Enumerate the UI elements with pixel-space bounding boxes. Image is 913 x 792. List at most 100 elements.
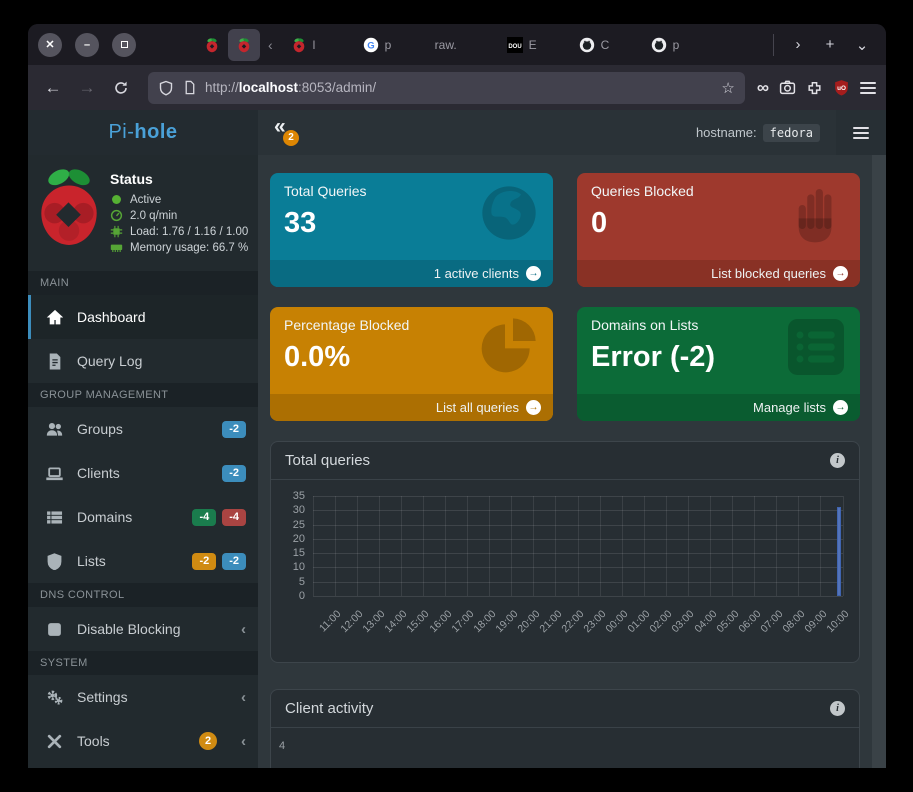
sidebar-item-clients[interactable]: Clients -2 xyxy=(28,451,258,495)
status-title: Status xyxy=(110,171,248,187)
tab-actions: › + ⌄ xyxy=(767,31,876,59)
total-queries-panel-header: Total queries i xyxy=(271,442,859,480)
status-text: Active xyxy=(130,194,161,206)
status-text: 2.0 q/min xyxy=(130,210,177,222)
ublock-origin-icon[interactable]: uO xyxy=(833,79,850,96)
sidebar-item-settings[interactable]: Settings‹ xyxy=(28,675,258,719)
card-footer-link[interactable]: Manage lists→ xyxy=(577,394,860,421)
sidebar-item-groups[interactable]: Groups-2 xyxy=(28,407,258,451)
hostname: hostname: fedora xyxy=(696,124,820,142)
arrow-right-icon: → xyxy=(833,400,848,415)
client-activity-chart[interactable]: 4 xyxy=(271,728,859,768)
browser-menu-icon[interactable] xyxy=(860,82,876,94)
card-body: Total Queries33 xyxy=(270,173,553,260)
card-title: Queries Blocked xyxy=(591,183,846,199)
arrow-right-icon: → xyxy=(526,400,541,415)
back-button[interactable]: ← xyxy=(38,73,68,103)
url-path: :8053/admin/ xyxy=(298,80,376,95)
tracking-shield-icon[interactable] xyxy=(158,80,174,96)
page-scrollbar[interactable] xyxy=(872,155,886,768)
hostname-value: fedora xyxy=(763,124,820,142)
sidebar-item-label: Dashboard xyxy=(77,309,146,325)
status-text: Load: 1.76 / 1.16 / 1.00 xyxy=(130,226,248,238)
sidebar-item-tools[interactable]: Tools2‹ xyxy=(28,719,258,763)
browser-tab[interactable]: p xyxy=(641,29,713,61)
sidebar-item-label: Clients xyxy=(77,465,120,481)
screenshot-camera-icon[interactable] xyxy=(779,79,796,96)
y-axis-tick: 20 xyxy=(279,533,305,545)
reload-icon xyxy=(113,80,129,96)
status-item: Load: 1.76 / 1.16 / 1.00 xyxy=(110,225,248,238)
browser-tab[interactable] xyxy=(196,29,228,61)
info-icon[interactable]: i xyxy=(830,701,845,716)
containers-icon[interactable]: ∞ xyxy=(757,78,769,98)
scroll-tabs-back-button[interactable]: ‹ xyxy=(260,37,281,53)
browser-tab[interactable]: C xyxy=(569,29,641,61)
url-text[interactable]: http://localhost:8053/admin/ xyxy=(205,80,713,95)
sidebar-item-lists[interactable]: Lists-2-2 xyxy=(28,539,258,583)
x-axis-labels: 11:0012:0013:0014:0015:0016:0017:0018:00… xyxy=(313,602,843,658)
bookmark-star-icon[interactable]: ☆ xyxy=(721,79,734,97)
sidebar-section-header: SYSTEM xyxy=(28,651,258,675)
count-badge: -2 xyxy=(192,553,216,570)
url-bar[interactable]: http://localhost:8053/admin/ ☆ xyxy=(148,72,745,104)
summary-card-percentage-blocked: Percentage Blocked0.0%List all queries→ xyxy=(270,307,553,421)
topbar-menu-button[interactable] xyxy=(836,110,886,155)
card-value: Error (-2) xyxy=(591,341,846,374)
firefox-window: ✕– ‹lGpraw.DOUECp › + ⌄ ← → xyxy=(28,24,886,768)
x-axis-tick: 10:00 xyxy=(843,608,869,620)
maximize-button[interactable] xyxy=(112,33,136,57)
status-text: Memory usage: 66.7 % xyxy=(130,242,248,254)
client-activity-partial-tick: 4 xyxy=(279,740,285,752)
window-controls: ✕– xyxy=(38,33,136,57)
laptop-icon xyxy=(46,465,63,482)
card-footer-link[interactable]: 1 active clients→ xyxy=(270,260,553,287)
client-activity-panel: Client activity i 4 xyxy=(270,689,860,768)
card-footer-link[interactable]: List blocked queries→ xyxy=(577,260,860,287)
count-badge: -4 xyxy=(192,509,216,526)
total-queries-chart[interactable]: 0510152025303511:0012:0013:0014:0015:001… xyxy=(279,494,847,662)
forward-button[interactable]: → xyxy=(72,73,102,103)
topbar-menu-icon xyxy=(853,127,869,139)
card-title: Domains on Lists xyxy=(591,317,846,333)
page-info-icon[interactable] xyxy=(182,80,197,95)
browser-tab[interactable]: raw. xyxy=(425,29,497,61)
card-footer-link[interactable]: List all queries→ xyxy=(270,394,553,421)
sidebar-item-disable-blocking[interactable]: Disable Blocking‹ xyxy=(28,607,258,651)
sidebar-nav: MAINDashboardQuery LogGROUP MANAGEMENTGr… xyxy=(28,271,258,763)
browser-tab[interactable]: l xyxy=(281,29,353,61)
tab-overflow-button[interactable]: › xyxy=(784,31,812,59)
list-tabs-button[interactable]: ⌄ xyxy=(848,31,876,59)
browser-tab[interactable] xyxy=(228,29,260,61)
count-badge: -2 xyxy=(222,465,246,482)
maximize-icon xyxy=(121,41,128,48)
extensions-puzzle-icon[interactable] xyxy=(806,79,823,96)
sidebar-item-query-log[interactable]: Query Log xyxy=(28,339,258,383)
svg-text:DOU: DOU xyxy=(508,43,521,49)
sidebar-badges: -2-2 xyxy=(192,553,246,570)
sidebar-collapse-button[interactable]: « 2 xyxy=(274,117,300,143)
minimize-button[interactable]: – xyxy=(75,33,99,57)
reload-button[interactable] xyxy=(106,73,136,103)
card-body: Domains on Lists Error (-2) xyxy=(577,307,860,394)
sidebar-item-domains[interactable]: Domains-4-4 xyxy=(28,495,258,539)
browser-tab[interactable]: DOUE xyxy=(497,29,569,61)
sidebar-item-dashboard[interactable]: Dashboard xyxy=(28,295,258,339)
brand-prefix: Pi- xyxy=(108,121,134,144)
pihole-logo-text[interactable]: Pi-hole xyxy=(28,110,258,155)
shield-icon xyxy=(46,553,63,570)
chart-bar[interactable] xyxy=(837,507,841,596)
browser-tab[interactable]: Gp xyxy=(353,29,425,61)
tab-bar: ✕– ‹lGpraw.DOUECp › + ⌄ xyxy=(28,24,886,65)
card-title: Total Queries xyxy=(284,183,539,199)
gauge-icon xyxy=(110,209,123,222)
sidebar-badges: -4 -4 xyxy=(192,509,246,526)
extension-icons: ∞ uO xyxy=(757,78,876,98)
close-button[interactable]: ✕ xyxy=(38,33,62,57)
arrow-right-icon: → xyxy=(833,266,848,281)
pihole-header: Pi-hole « 2 hostname: fedora xyxy=(28,110,886,155)
info-icon[interactable]: i xyxy=(830,453,845,468)
new-tab-button[interactable]: + xyxy=(816,31,844,59)
count-badge: -4 xyxy=(222,509,246,526)
sidebar-item-label: Query Log xyxy=(77,353,142,369)
